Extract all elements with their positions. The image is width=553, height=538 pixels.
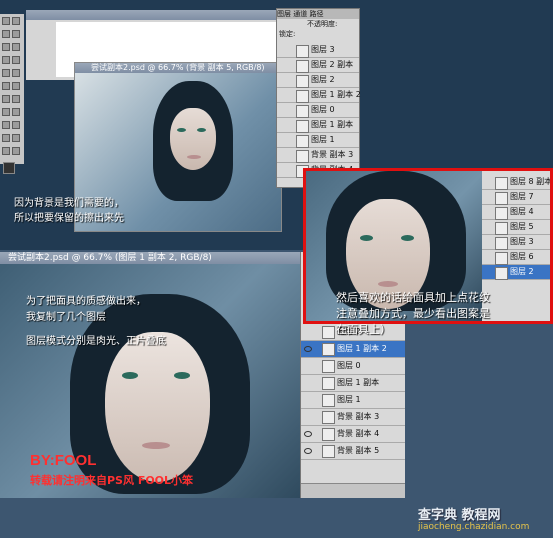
inset-caption-line3: 在面具上） xyxy=(336,323,391,336)
layer-thumbnail xyxy=(296,135,309,148)
visibility-eye-icon[interactable] xyxy=(304,431,312,437)
layer-name: 图层 3 xyxy=(510,237,534,246)
layers-panel-footer[interactable] xyxy=(301,483,405,498)
layer-row[interactable]: 图层 8 副本 2 xyxy=(482,175,550,190)
layer-row[interactable]: 背景 副本 4 xyxy=(301,426,405,443)
layer-row[interactable]: 图层 1 xyxy=(301,392,405,409)
panel-tab[interactable]: 图层 xyxy=(277,10,291,18)
layer-name: 图层 0 xyxy=(337,361,361,370)
panel-tab[interactable]: 路径 xyxy=(309,10,323,18)
layer-thumbnail xyxy=(322,326,335,339)
layer-thumbnail xyxy=(495,267,508,280)
layer-thumbnail xyxy=(296,60,309,73)
layer-thumbnail xyxy=(322,360,335,373)
layer-name: 背景 副本 3 xyxy=(337,412,380,421)
layer-name: 图层 5 xyxy=(510,222,534,231)
layer-name: 图层 1 xyxy=(311,135,335,144)
layer-row[interactable]: 图层 2 副本 xyxy=(277,58,359,73)
layer-thumbnail xyxy=(322,377,335,390)
layer-row[interactable]: 图层 1 副本 xyxy=(277,118,359,133)
layer-row[interactable]: 图层 7 xyxy=(482,190,550,205)
credit-repost: 转载请注明来自PS风 FOOL小笨 xyxy=(30,474,194,487)
layer-thumbnail xyxy=(322,343,335,356)
layer-thumbnail xyxy=(495,222,508,235)
layer-thumbnail xyxy=(495,237,508,250)
layer-name: 图层 2 xyxy=(311,75,335,84)
layer-row[interactable]: 图层 0 xyxy=(277,103,359,118)
bottom-window-title[interactable]: 尝试副本2.psd @ 66.7% (图层 1 副本 2, RGB/8) xyxy=(0,252,300,264)
bottom-caption-line1: 为了把面具的质感做出来， xyxy=(26,296,146,307)
layer-name: 图层 6 xyxy=(510,252,534,261)
layer-row[interactable]: 图层 2 xyxy=(482,265,550,280)
layer-thumbnail xyxy=(495,177,508,190)
layer-name: 图层 4 xyxy=(510,207,534,216)
layer-row[interactable]: 背景 副本 3 xyxy=(277,148,359,163)
visibility-eye-icon[interactable] xyxy=(304,448,312,454)
bottom-caption-line2: 我复制了几个图层 xyxy=(26,312,106,323)
layer-name: 图层 2 副本 xyxy=(311,60,354,69)
inset-layers-panel[interactable]: 图层 8 副本 2 图层 7 图层 4 图层 5 图层 3 图层 6 图层 2 xyxy=(482,171,550,321)
layer-thumbnail xyxy=(322,411,335,424)
inset-caption-line1: 然后喜欢的话给面具加上点花纹 xyxy=(336,291,490,304)
layer-name: 图层 1 副本 2 xyxy=(337,344,387,353)
layer-name: 图层 7 xyxy=(510,192,534,201)
layer-name: 图层 1 副本 2 xyxy=(311,90,361,99)
inset-caption-line2: 注意叠加方式，最少看出图案是 xyxy=(336,307,490,320)
top-window-title[interactable]: 尝试副本2.psd @ 66.7% (背景 副本 5, RGB/8) xyxy=(75,63,281,73)
layer-row[interactable]: 图层 6 xyxy=(482,250,550,265)
layer-row[interactable]: 图层 4 xyxy=(482,205,550,220)
layer-row[interactable]: 图层 1 xyxy=(277,133,359,148)
layer-name: 图层 1 xyxy=(337,395,361,404)
layer-name: 图层 1 副本 xyxy=(337,378,380,387)
back-window-titlebar[interactable] xyxy=(26,10,280,20)
layer-row[interactable]: 图层 1 副本 2 xyxy=(301,341,405,358)
visibility-eye-icon[interactable] xyxy=(304,346,312,352)
layer-thumbnail xyxy=(495,192,508,205)
layer-thumbnail xyxy=(322,394,335,407)
panel-tab[interactable]: 通道 xyxy=(293,10,307,18)
top-caption-line2: 所以把要保留的擦出来先 xyxy=(14,213,124,224)
bottom-caption-line3: 图层模式分别是肉光、正片叠底 xyxy=(26,336,166,347)
layer-row[interactable]: 图层 0 xyxy=(301,358,405,375)
layer-name: 背景 副本 3 xyxy=(311,150,354,159)
layer-thumbnail xyxy=(495,207,508,220)
layer-row[interactable]: 图层 1 副本 xyxy=(301,375,405,392)
layer-name: 背景 副本 4 xyxy=(337,429,380,438)
foreground-color-swatch[interactable] xyxy=(3,162,15,174)
layer-name: 图层 0 xyxy=(311,105,335,114)
credit-byline: BY:FOOL xyxy=(30,452,97,469)
layer-thumbnail xyxy=(296,75,309,88)
layer-thumbnail xyxy=(322,445,335,458)
top-caption-line1: 因为背景是我们需要的， xyxy=(14,198,124,209)
layer-row[interactable]: 图层 3 xyxy=(482,235,550,250)
layer-thumbnail xyxy=(322,428,335,441)
layer-thumbnail xyxy=(296,120,309,133)
layer-thumbnail xyxy=(296,90,309,103)
layer-name: 背景 副本 5 xyxy=(337,446,380,455)
lock-label: 锁定: xyxy=(279,30,296,38)
watermark-url: jiaocheng.chazidian.com xyxy=(418,522,530,532)
layer-row[interactable]: 图层 5 xyxy=(482,220,550,235)
toolbox[interactable] xyxy=(0,14,24,174)
layer-row[interactable]: 背景 副本 3 xyxy=(301,409,405,426)
layer-name: 图层 2 xyxy=(510,267,534,276)
layer-thumbnail xyxy=(296,105,309,118)
layer-row[interactable]: 图层 1 副本 2 xyxy=(277,88,361,103)
layer-thumbnail xyxy=(296,45,309,58)
layer-thumbnail xyxy=(296,150,309,163)
layer-name: 图层 3 xyxy=(311,45,335,54)
opacity-label: 不透明度: xyxy=(307,20,338,28)
layer-name: 图层 1 副本 xyxy=(311,120,354,129)
top-layers-panel[interactable]: 图层 通道 路径 不透明度: 锁定: 图层 3 图层 2 副本 图层 2 图层 1 副… xyxy=(276,8,361,188)
watermark-brand: 查字典 教程网 xyxy=(418,508,501,523)
layer-name: 图层 8 副本 2 xyxy=(510,177,553,186)
layer-row[interactable]: 图层 2 xyxy=(277,73,359,88)
layer-row[interactable]: 图层 3 xyxy=(277,43,359,58)
layer-thumbnail xyxy=(495,252,508,265)
layer-row[interactable]: 背景 副本 5 xyxy=(301,443,405,460)
